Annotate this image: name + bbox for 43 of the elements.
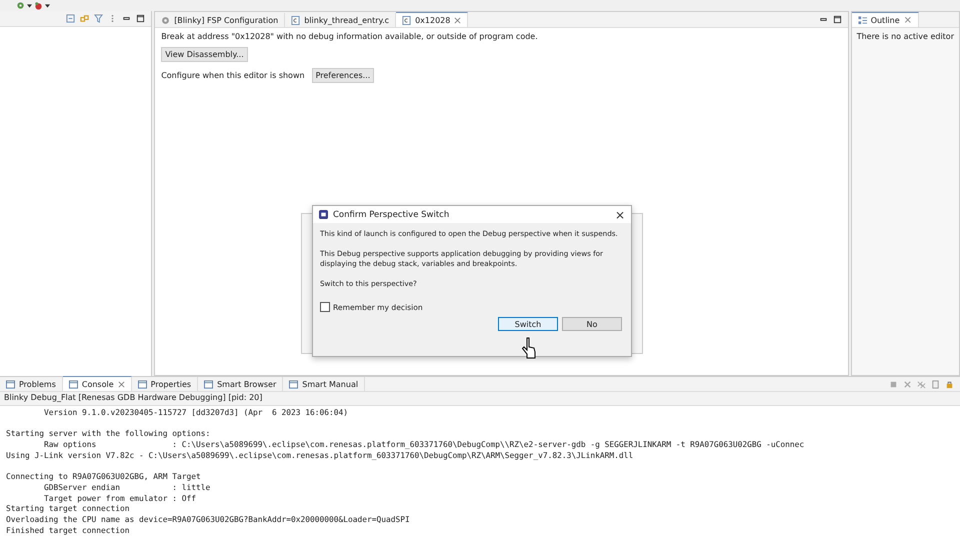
pointer-cursor-icon [522, 337, 536, 359]
configure-label: Configure when this editor is shown [161, 71, 305, 80]
no-editor-message: There is no active editor [856, 31, 955, 43]
close-icon[interactable] [118, 380, 125, 388]
dialog-button[interactable]: No [562, 317, 622, 331]
collapse-icon[interactable] [66, 14, 76, 23]
bug-icon[interactable] [34, 1, 43, 10]
close-icon[interactable] [454, 16, 462, 24]
maximize-icon[interactable] [136, 14, 146, 23]
maximize-icon[interactable] [832, 15, 842, 24]
outline-tab[interactable]: Outline × [852, 12, 920, 27]
preferences-button[interactable]: Preferences... [312, 68, 374, 83]
view-tab[interactable]: Smart Browser [198, 377, 284, 391]
checkbox[interactable] [320, 302, 330, 312]
view-disassembly-button[interactable]: View Disassembly... [161, 47, 248, 62]
editor-tab[interactable]: [Blinky] FSP Configuration [155, 13, 286, 27]
caret-icon[interactable] [45, 4, 50, 8]
document-icon[interactable] [931, 380, 940, 388]
lock-icon[interactable] [945, 380, 954, 388]
editor-tab[interactable]: 0x12028 [396, 12, 468, 27]
view-icon [6, 380, 15, 388]
view-icon [204, 380, 214, 388]
dialog-button[interactable]: Switch [498, 317, 558, 331]
dialog-title: Confirm Perspective Switch [333, 210, 450, 220]
c-file-icon [402, 16, 412, 24]
view-tab[interactable]: Properties [132, 377, 198, 391]
break-message: Break at address "0x12028" with no debug information available, or outside of program code. [161, 32, 539, 41]
view-icon [138, 380, 147, 388]
view-icon [68, 380, 78, 388]
view-tab[interactable]: Problems [0, 377, 63, 391]
minimize-icon[interactable] [818, 15, 828, 24]
gear-icon [161, 16, 170, 24]
view-tab[interactable]: Console [62, 376, 132, 391]
c-file-icon [291, 16, 300, 24]
outline-icon [858, 16, 867, 24]
view-tab[interactable]: Smart Manual [283, 377, 366, 391]
app-icon [319, 210, 328, 219]
view-icon [289, 380, 298, 388]
filter-icon[interactable] [94, 14, 104, 23]
caret-icon[interactable] [27, 4, 32, 8]
close-button[interactable]: × [614, 208, 625, 222]
minimize-icon[interactable] [122, 14, 132, 23]
session-label: Blinky Debug_Flat [Renesas GDB Hardware Debugging] [pid: 20] [0, 392, 960, 406]
